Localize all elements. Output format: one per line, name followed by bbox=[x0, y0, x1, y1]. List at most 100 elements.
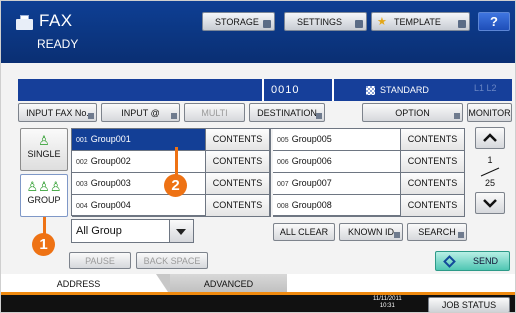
status-text: READY bbox=[37, 37, 79, 51]
option-label: OPTION bbox=[395, 108, 430, 118]
group-name: Group003 bbox=[90, 178, 131, 188]
corner-arrow-icon bbox=[88, 113, 94, 119]
group-entry[interactable]: 007 Group007 bbox=[273, 173, 401, 195]
contents-button[interactable]: CONTENTS bbox=[206, 129, 270, 151]
pause-label: PAUSE bbox=[85, 256, 115, 266]
group-name: Group005 bbox=[291, 134, 332, 144]
known-id-button[interactable]: KNOWN ID bbox=[339, 223, 403, 241]
contents-button[interactable]: CONTENTS bbox=[401, 173, 465, 195]
main-panel: 0010 STANDARD L1 L2 INPUT FAX No. INPUT … bbox=[1, 63, 515, 312]
destination-button[interactable]: DESTINATION bbox=[249, 103, 325, 122]
corner-arrow-icon bbox=[394, 232, 400, 238]
all-clear-label: ALL CLEAR bbox=[279, 227, 329, 237]
star-icon: ★ bbox=[377, 16, 387, 28]
person-icon: ♙ bbox=[38, 133, 50, 148]
quality-icon bbox=[366, 86, 375, 95]
storage-button[interactable]: STORAGE bbox=[202, 12, 275, 31]
single-tab[interactable]: ♙ SINGLE bbox=[20, 128, 68, 171]
group-entry[interactable]: 004 Group004 bbox=[72, 195, 206, 217]
input-fax-number-label: INPUT FAX No. bbox=[26, 108, 89, 118]
callout-2-leader bbox=[175, 147, 178, 175]
template-label: TEMPLATE bbox=[394, 17, 441, 27]
job-status-button[interactable]: JOB STATUS bbox=[428, 297, 510, 312]
contents-button[interactable]: CONTENTS bbox=[206, 195, 270, 217]
group-name: Group007 bbox=[291, 178, 332, 188]
input-email-label: INPUT @ bbox=[121, 108, 160, 118]
callout-1-badge: 1 bbox=[32, 233, 55, 256]
search-label: SEARCH bbox=[418, 227, 456, 237]
group-name: Group006 bbox=[291, 156, 332, 166]
contents-button[interactable]: CONTENTS bbox=[206, 151, 270, 173]
scroll-up-button[interactable] bbox=[475, 127, 505, 149]
help-button[interactable]: ? bbox=[478, 12, 510, 31]
dropdown-arrow-icon bbox=[169, 220, 193, 242]
corner-arrow-icon bbox=[458, 20, 466, 28]
callout-2-badge: 2 bbox=[164, 174, 187, 197]
group-name: Group001 bbox=[90, 134, 131, 144]
group-entry[interactable]: 001 Group001 bbox=[72, 129, 206, 151]
group-name: Group002 bbox=[90, 156, 131, 166]
page-scroller: 1 25 bbox=[475, 127, 511, 217]
corner-arrow-icon bbox=[263, 20, 271, 28]
all-clear-button[interactable]: ALL CLEAR bbox=[273, 223, 335, 241]
corner-arrow-icon bbox=[454, 113, 460, 119]
tab-advanced-label: ADVANCED bbox=[203, 279, 254, 289]
backspace-label: BACK SPACE bbox=[143, 256, 201, 266]
group-label: GROUP bbox=[27, 195, 61, 205]
single-label: SINGLE bbox=[27, 149, 61, 159]
corner-arrow-icon bbox=[458, 232, 464, 238]
corner-arrow-icon bbox=[355, 20, 363, 28]
group-filter-select[interactable]: All Group bbox=[71, 219, 194, 243]
resolution-label: STANDARD bbox=[380, 85, 429, 95]
monitor-button[interactable]: MONITOR bbox=[467, 103, 512, 122]
scroll-down-button[interactable] bbox=[475, 192, 505, 214]
settings-button[interactable]: SETTINGS bbox=[284, 12, 367, 31]
template-button[interactable]: ★ TEMPLATE bbox=[371, 12, 470, 31]
job-status-label: JOB STATUS bbox=[441, 300, 497, 310]
page-divider bbox=[480, 167, 500, 177]
group-entry[interactable]: 005 Group005 bbox=[273, 129, 401, 151]
destination-label: DESTINATION bbox=[257, 108, 317, 118]
group-name: Group008 bbox=[291, 200, 332, 210]
destination-status-bar: 0010 STANDARD L1 L2 bbox=[18, 79, 512, 101]
contents-button[interactable]: CONTENTS bbox=[401, 129, 465, 151]
group-tab[interactable]: ♙♙♙ GROUP bbox=[20, 174, 68, 217]
search-button[interactable]: SEARCH bbox=[407, 223, 467, 241]
group-list: 001 Group001 CONTENTS 002 Group002 CONTENT… bbox=[71, 128, 465, 217]
tab-address-label: ADDRESS bbox=[56, 279, 101, 289]
footer-bar: 11/11/2011 10:31 JOB STATUS bbox=[1, 295, 515, 312]
input-fax-number-button[interactable]: INPUT FAX No. bbox=[18, 103, 97, 122]
multi-button[interactable]: MULTI bbox=[184, 103, 245, 122]
date-time: 11/11/2011 10:31 bbox=[373, 296, 402, 310]
group-icon: ♙♙♙ bbox=[26, 179, 62, 194]
backspace-button[interactable]: BACK SPACE bbox=[136, 252, 208, 269]
group-filter-value: All Group bbox=[76, 225, 122, 237]
input-email-button[interactable]: INPUT @ bbox=[101, 103, 180, 122]
storage-label: STORAGE bbox=[215, 17, 259, 27]
group-name: Group004 bbox=[90, 200, 131, 210]
group-entry[interactable]: 002 Group002 bbox=[72, 151, 206, 173]
pause-button[interactable]: PAUSE bbox=[69, 252, 131, 269]
corner-arrow-icon bbox=[171, 113, 177, 119]
send-button[interactable]: SEND bbox=[435, 251, 510, 271]
group-entry[interactable]: 006 Group006 bbox=[273, 151, 401, 173]
current-page: 1 bbox=[487, 155, 493, 165]
chevron-down-icon bbox=[483, 199, 497, 208]
contents-button[interactable]: CONTENTS bbox=[206, 173, 270, 195]
monitor-label: MONITOR bbox=[468, 108, 511, 118]
contents-button[interactable]: CONTENTS bbox=[401, 195, 465, 217]
contents-button[interactable]: CONTENTS bbox=[401, 151, 465, 173]
footer-time: 10:31 bbox=[379, 303, 395, 309]
settings-label: SETTINGS bbox=[297, 17, 343, 27]
option-button[interactable]: OPTION bbox=[362, 103, 463, 122]
send-icon bbox=[443, 255, 456, 268]
fax-screen: FAX READY STORAGE SETTINGS ★ TEMPLATE ? … bbox=[0, 0, 516, 313]
app-title: FAX bbox=[39, 11, 73, 30]
destination-count: 0010 bbox=[271, 84, 300, 96]
group-entry[interactable]: 008 Group008 bbox=[273, 195, 401, 217]
send-label: SEND bbox=[473, 256, 499, 266]
line-indicator: L1 L2 bbox=[474, 83, 497, 93]
header-bar: FAX READY STORAGE SETTINGS ★ TEMPLATE ? bbox=[1, 1, 515, 63]
footer-date: 11/11/2011 bbox=[373, 296, 402, 302]
known-id-label: KNOWN ID bbox=[348, 227, 394, 237]
